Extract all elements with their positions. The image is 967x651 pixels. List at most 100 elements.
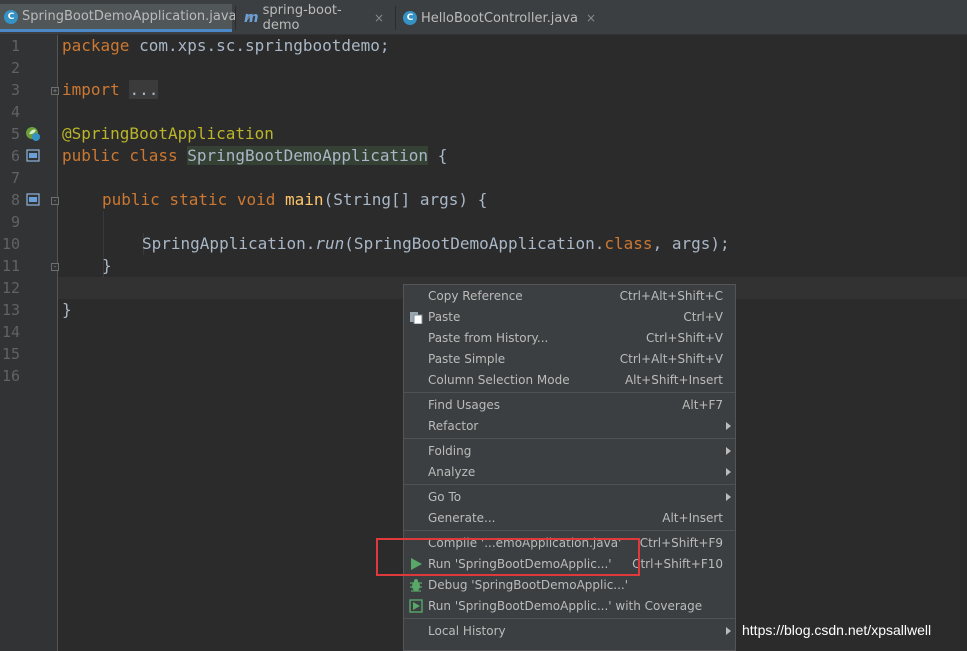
menu-item-label: Folding [428,444,472,458]
menu-item-generate[interactable]: Generate... Alt+Insert [404,508,735,529]
menu-item-paste[interactable]: Paste Ctrl+V [404,307,735,328]
menu-item-label: Analyze [428,465,476,479]
folded-imports[interactable]: ... [129,80,159,99]
class-c-icon: C [403,11,417,25]
tab-label: HelloBootController.java [421,10,578,26]
menu-item-label: Local History [428,624,506,638]
menu-item-debug[interactable]: Debug 'SpringBootDemoApplic...' [404,575,735,596]
menu-item-shortcut: Ctrl+V [683,310,723,324]
menu-item-analyze[interactable]: Analyze [404,462,735,483]
code-line-7: public class SpringBootDemoApplication { [62,145,447,167]
keyword: class [604,234,653,253]
tab-label: SpringBootDemoApplication.java [22,9,237,24]
code-text: , args); [652,234,730,253]
close-icon[interactable]: × [374,11,384,25]
menu-item-label: Compile '...emoApplication.java' [428,536,622,550]
editor-context-menu: Copy Reference Ctrl+Alt+Shift+C Paste Ct… [403,284,736,651]
code-text: (String[] args) { [323,190,488,209]
menu-item-label: Paste from History... [428,331,549,345]
code-line-3: import ... [62,79,159,101]
close-icon[interactable]: × [586,11,596,25]
tab-spring-boot-demo[interactable]: m spring-boot-demo × [240,3,390,33]
annotation: @SpringBootApplication [62,124,274,143]
code-line-14: } [62,299,72,321]
watermark-text: https://blog.csdn.net/xpsallwell [742,622,932,638]
line-number: 9 [10,213,20,231]
line-number: 5 [10,125,20,143]
run-icon [411,558,422,570]
code-text: } [102,256,112,275]
menu-item-compile[interactable]: Compile '...emoApplication.java' Ctrl+Sh… [404,533,735,554]
menu-item-label: Copy Reference [428,289,523,303]
menu-item-label: Paste [428,310,461,324]
maven-m-icon: m [244,10,259,26]
keyword: public class [62,146,178,165]
line-number: 15 [1,345,20,363]
line-number: 10 [1,235,20,253]
menu-item-find-usages[interactable]: Find Usages Alt+F7 [404,395,735,416]
menu-separator [404,438,735,439]
menu-item-go-to[interactable]: Go To [404,487,735,508]
menu-item-column-selection-mode[interactable]: Column Selection Mode Alt+Shift+Insert [404,370,735,391]
debug-icon [410,579,422,592]
menu-item-refactor[interactable]: Refactor [404,416,735,437]
menu-item-paste-from-history[interactable]: Paste from History... Ctrl+Shift+V [404,328,735,349]
line-number: 8 [10,191,20,209]
submenu-arrow-icon [726,468,731,476]
paste-icon [410,312,423,324]
menu-item-paste-simple[interactable]: Paste Simple Ctrl+Alt+Shift+V [404,349,735,370]
keyword: package [62,36,130,55]
menu-item-run-with-coverage[interactable]: Run 'SpringBootDemoApplic...' with Cover… [404,596,735,617]
tab-label: spring-boot-demo [262,3,342,33]
menu-item-run[interactable]: Run 'SpringBootDemoApplic...' Ctrl+Shift… [404,554,735,575]
menu-item-shortcut: Ctrl+Alt+Shift+V [619,352,723,366]
menu-item-label: Paste Simple [428,352,506,366]
tab-springbootdemoapplication[interactable]: C SpringBootDemoApplication.java × [0,4,255,32]
menu-item-label: Column Selection Mode [428,373,570,387]
menu-item-shortcut: Alt+F7 [682,398,723,412]
menu-item-label: Run 'SpringBootDemoApplic...' with Cover… [428,599,703,613]
code-line-6: @SpringBootApplication [62,123,274,145]
code-text: } [62,300,72,319]
submenu-arrow-icon [726,627,731,635]
line-number: 3 [10,81,20,99]
menu-item-local-history[interactable]: Local History [404,621,735,642]
menu-item-shortcut: Alt+Shift+Insert [624,373,723,387]
method-name: main [285,190,324,209]
static-method: run [315,234,345,253]
menu-item-shortcut: Ctrl+Shift+F10 [632,557,723,571]
line-number: 13 [1,301,20,319]
menu-separator [404,484,735,485]
tab-divider [395,6,396,30]
menu-separator [404,392,735,393]
code-text: (SpringBootDemoApplication. [344,234,605,253]
class-name: SpringBootDemoApplication [187,146,429,165]
line-number: 11 [1,257,20,275]
code-text: com.xps.sc.springbootdemo; [129,36,390,55]
coverage-icon [409,599,423,613]
line-number: 7 [10,169,20,187]
code-line-1: package com.xps.sc.springbootdemo; [62,35,390,57]
menu-item-shortcut: Ctrl+Alt+Shift+C [619,289,723,303]
run-class-icon[interactable] [26,149,40,163]
editor-gutter: 1 2 3 4 5 6 7 8 9 10 11 12 13 14 15 16 +… [0,35,59,651]
tab-hellobootcontroller[interactable]: C HelloBootController.java × [399,4,596,32]
spring-class-icon: C [4,9,18,24]
editor-tab-bar: C SpringBootDemoApplication.java × m spr… [0,0,967,35]
line-number: 4 [10,103,20,121]
line-number: 2 [10,59,20,77]
submenu-arrow-icon [726,422,731,430]
menu-item-label: Find Usages [428,398,501,412]
code-line-9: public static void main(String[] args) { [102,189,487,211]
menu-item-label: Generate... [428,511,496,525]
run-method-icon[interactable] [26,193,40,207]
menu-item-folding[interactable]: Folding [404,441,735,462]
menu-item-label: Run 'SpringBootDemoApplic...' [428,557,612,571]
menu-separator [404,618,735,619]
menu-separator [404,530,735,531]
line-number: 16 [1,367,20,385]
spring-bean-icon[interactable] [25,126,41,142]
line-number: 1 [10,37,20,55]
menu-item-copy-reference[interactable]: Copy Reference Ctrl+Alt+Shift+C [404,286,735,307]
submenu-arrow-icon [726,493,731,501]
